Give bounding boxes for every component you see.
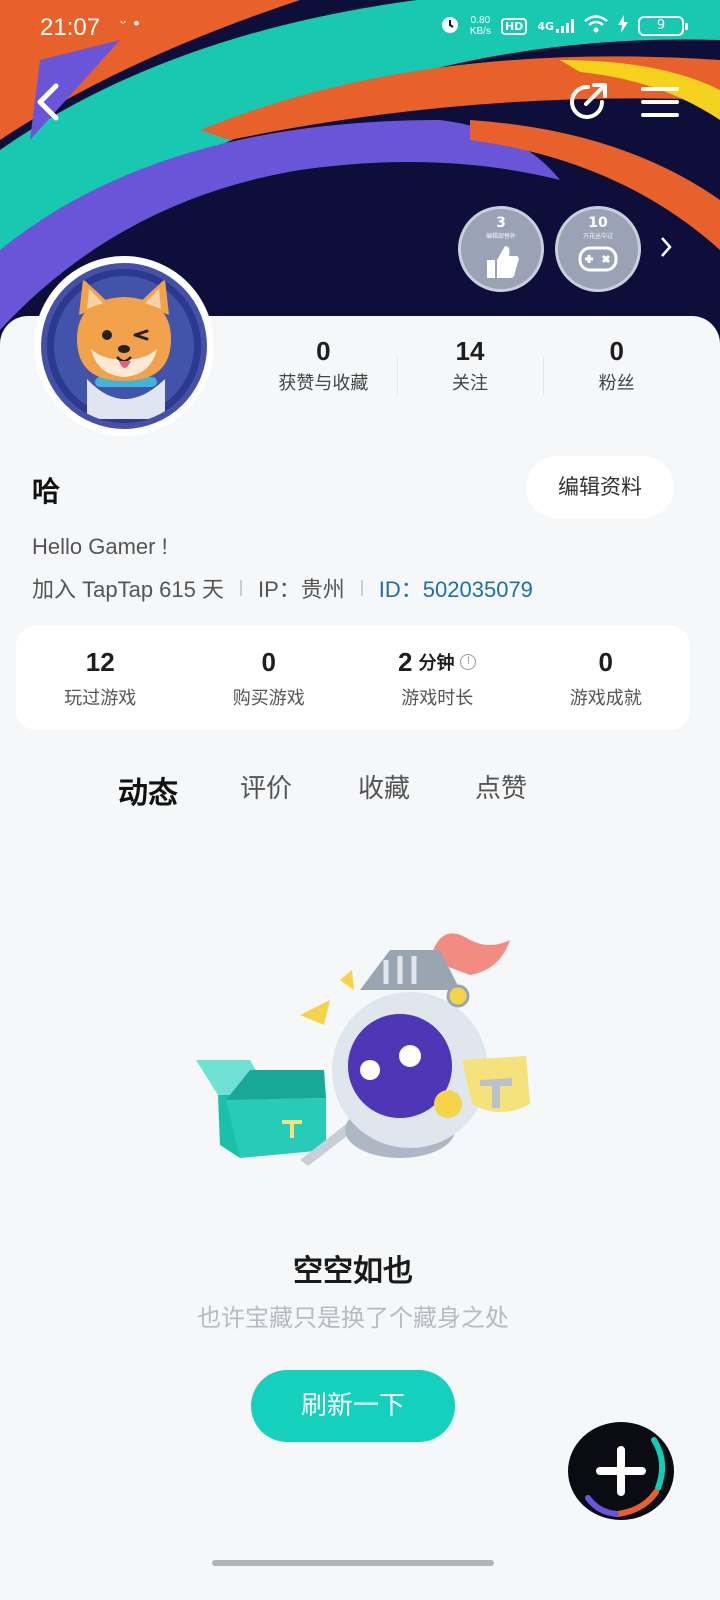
games-played[interactable]: 12 玩过游戏 [16, 647, 185, 710]
gamepad-icon [578, 246, 618, 272]
home-indicator[interactable] [212, 1560, 494, 1566]
create-post-button[interactable] [568, 1422, 674, 1520]
battery-icon: 9 [638, 16, 688, 36]
refresh-button[interactable]: 刷新一下 [251, 1370, 455, 1442]
games-purchased-label: 购买游戏 [232, 687, 305, 709]
medal-2-number: 10 [588, 215, 608, 231]
empty-state-subtitle: 也许宝藏只是换了个藏身之处 [197, 1304, 509, 1332]
stat-followers-value: 0 [609, 336, 624, 366]
medal-badge-2[interactable]: 10 万花丛中过 [555, 206, 641, 292]
stat-followers[interactable]: 0 粉丝 [543, 336, 690, 416]
chevron-left-icon [37, 83, 59, 121]
game-stats-panel: 12 玩过游戏 0 购买游戏 2 分钟 ! 游戏时长 0 游戏成就 [16, 626, 690, 730]
empty-state-title: 空空如也 [293, 1254, 413, 1289]
medal-2-caption: 万花丛中过 [582, 233, 613, 240]
signal-label: 4G [537, 20, 554, 33]
signal-icon: 4G [537, 19, 574, 33]
stat-following-value: 14 [455, 336, 485, 366]
info-icon[interactable]: ! [460, 654, 477, 670]
ip-location: IP：贵州 [258, 577, 345, 602]
menu-button[interactable] [640, 84, 680, 120]
play-time[interactable]: 2 分钟 ! 游戏时长 [353, 647, 522, 710]
profile-stats: 0 获赞与收藏 14 关注 0 粉丝 [250, 336, 690, 416]
achievements-value: 0 [598, 646, 613, 677]
hd-badge: HD [500, 17, 528, 35]
achievements[interactable]: 0 游戏成就 [522, 647, 691, 710]
net-speed-unit: KB/s [469, 26, 491, 37]
stat-likes[interactable]: 0 获赞与收藏 [250, 336, 397, 416]
stat-following[interactable]: 14 关注 [396, 336, 544, 416]
thumbs-up-icon [487, 246, 519, 278]
shiba-avatar-image [47, 269, 201, 423]
games-purchased-value: 0 [261, 646, 276, 677]
status-bar: 21:07 ᵕ • 0.80 KB/s HD 4G 9 [0, 0, 720, 56]
stat-following-label: 关注 [452, 373, 488, 394]
avatar[interactable] [34, 256, 214, 436]
medal-1-number: 3 [496, 215, 506, 231]
alarm-icon [440, 14, 460, 38]
profile-meta: 加入 TapTap 615 天 IP：贵州 ID：502035079 [32, 572, 533, 604]
medal-1-caption: 编辑部替补 [485, 233, 516, 240]
menu-icon [641, 87, 679, 117]
medal-badge-1[interactable]: 3 编辑部替补 [458, 206, 544, 292]
meta-divider [240, 580, 242, 596]
user-id[interactable]: ID：502035079 [379, 572, 533, 604]
tab-reviews[interactable]: 评价 [240, 768, 292, 805]
joined-days: 加入 TapTap 615 天 [32, 577, 224, 602]
tab-likes[interactable]: 点赞 [475, 768, 527, 805]
play-time-unit: 分钟 [418, 653, 455, 673]
games-purchased[interactable]: 0 购买游戏 [185, 647, 354, 710]
status-notification-icons: ᵕ • [120, 14, 142, 33]
back-button[interactable] [30, 80, 70, 124]
games-played-label: 玩过游戏 [64, 687, 137, 709]
achievements-label: 游戏成就 [569, 687, 642, 709]
tab-favorites[interactable]: 收藏 [358, 768, 410, 805]
play-time-label: 游戏时长 [401, 687, 474, 709]
share-icon [570, 83, 607, 119]
share-button[interactable] [566, 80, 610, 124]
meta-divider [360, 580, 363, 596]
charging-icon [618, 15, 628, 37]
stat-likes-value: 0 [316, 336, 331, 366]
medals-more-button[interactable] [660, 236, 672, 262]
empty-knight-illustration [196, 933, 530, 1166]
edit-profile-button[interactable]: 编辑资料 [526, 456, 674, 518]
chevron-right-icon [661, 237, 672, 257]
net-speed-value: 0.80 [470, 15, 491, 26]
net-speed: 0.80 KB/s [470, 15, 491, 37]
bio-text: Hello Gamer ! [32, 534, 168, 559]
tab-activity[interactable]: 动态 [118, 768, 178, 812]
wifi-icon [584, 15, 608, 37]
status-time: 21:07 [40, 14, 101, 41]
plus-icon [571, 1425, 671, 1517]
stat-likes-label: 获赞与收藏 [278, 373, 369, 394]
play-time-value: 2 [398, 646, 413, 677]
username: 哈 [32, 475, 61, 508]
stat-followers-label: 粉丝 [598, 373, 635, 394]
games-played-value: 12 [85, 646, 115, 677]
profile-tabs: 动态 评价 收藏 点赞 [0, 768, 720, 818]
